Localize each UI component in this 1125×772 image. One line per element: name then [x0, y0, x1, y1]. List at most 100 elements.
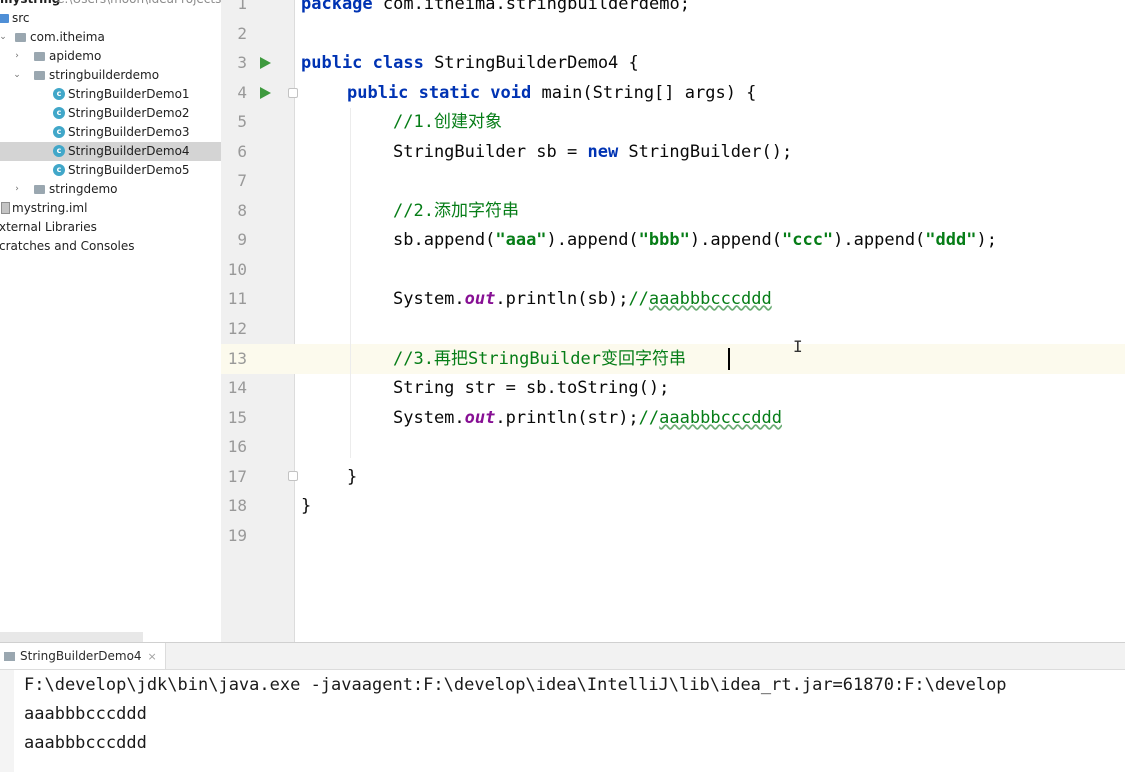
code-text: ).append(	[833, 230, 926, 250]
tree-item-label: stringbuilderdemo	[49, 68, 160, 82]
line-number: 2	[237, 24, 247, 43]
tree-item-label: StringBuilderDemo3	[68, 125, 190, 139]
code-line-18[interactable]: }	[301, 491, 311, 521]
tree-item-mystring-iml[interactable]: mystring.iml	[0, 199, 221, 218]
fold-marker-icon[interactable]	[288, 88, 298, 98]
comment: //	[638, 408, 660, 428]
static-field: out	[464, 408, 496, 428]
code-line-1[interactable]: package com.itheima.stringbuilderdemo;	[301, 0, 690, 19]
code-line-14[interactable]: String str = sb.toString();	[393, 373, 669, 403]
code-line-9[interactable]: sb.append("aaa").append("bbb").append("c…	[393, 225, 997, 255]
code-text: com.itheima.stringbuilderdemo;	[372, 0, 690, 14]
tree-item-external-libraries[interactable]: xternal Libraries	[0, 218, 221, 237]
line-number: 12	[227, 319, 247, 338]
source-folder-icon	[0, 14, 9, 23]
package-icon	[34, 185, 45, 194]
line-number: 4	[237, 83, 247, 102]
line-number: 8	[237, 201, 247, 220]
code-line-15[interactable]: System.out.println(str);//aaabbbcccddd	[393, 403, 782, 433]
run-class-icon[interactable]	[260, 57, 271, 69]
tree-item-label: stringdemo	[49, 182, 118, 196]
code-text: ).append(	[689, 230, 782, 250]
line-number: 17	[227, 467, 247, 486]
run-tool-window: StringBuilderDemo4 × F:\develop\jdk\bin\j…	[0, 642, 1125, 772]
tree-item-apidemo[interactable]: › apidemo	[0, 47, 221, 66]
tree-item-stringbuilderdemo5[interactable]: c StringBuilderDemo5	[0, 161, 221, 180]
tree-item-src[interactable]: src	[0, 9, 221, 28]
tree-item-label: xternal Libraries	[0, 220, 97, 234]
tree-item-label: com.itheima	[30, 30, 105, 44]
keyword: public static void	[347, 83, 532, 103]
line-number: 9	[237, 230, 247, 249]
package-icon	[34, 52, 45, 61]
run-tab[interactable]: StringBuilderDemo4 ×	[0, 643, 166, 669]
comment-typo: aaabbbcccddd	[648, 289, 772, 309]
keyword: package	[301, 0, 373, 14]
code-text: sb.append(	[393, 230, 496, 250]
code-text: .println(sb);	[495, 289, 629, 309]
chevron-right-icon[interactable]: ›	[12, 47, 22, 66]
run-main-icon[interactable]	[260, 87, 271, 99]
line-number: 13	[227, 349, 247, 368]
tree-item-label: StringBuilderDemo2	[68, 106, 190, 120]
code-text: String str = sb.toString();	[393, 378, 670, 398]
tree-item-label: StringBuilderDemo4	[68, 144, 190, 158]
code-text: }	[301, 496, 312, 516]
line-number: 10	[227, 260, 247, 279]
line-number: 3	[237, 53, 247, 72]
tree-item-label: StringBuilderDemo1	[68, 87, 190, 101]
line-number: 16	[227, 437, 247, 456]
run-config-icon	[4, 652, 15, 661]
tree-item-stringdemo[interactable]: › stringdemo	[0, 180, 221, 199]
string-literal: "ddd"	[925, 230, 977, 250]
code-line-13[interactable]: //3.再把StringBuilder变回字符串	[393, 344, 686, 374]
code-line-11[interactable]: System.out.println(sb);//aaabbbcccddd	[393, 284, 772, 314]
tree-root-row[interactable]: mystring C:\Users\moon\IdeaProjects\b	[0, 0, 221, 9]
code-text: System.	[393, 408, 465, 428]
static-field: out	[464, 289, 496, 309]
fold-marker-icon[interactable]	[288, 471, 298, 481]
code-line-4[interactable]: public static void main(String[] args) {	[347, 78, 756, 108]
code-text: StringBuilder();	[618, 142, 793, 162]
tree-item-scratches-and-consoles[interactable]: cratches and Consoles	[0, 237, 221, 256]
comment-typo: aaabbbcccddd	[659, 408, 782, 428]
chevron-down-icon[interactable]: ⌄	[12, 66, 22, 85]
module-file-icon	[1, 202, 10, 214]
code-text: StringBuilderDemo4 {	[423, 53, 639, 73]
java-class-icon: c	[53, 164, 65, 176]
java-class-icon: c	[53, 107, 65, 119]
run-tab-strip: StringBuilderDemo4 ×	[0, 643, 1125, 670]
code-line-8[interactable]: //2.添加字符串	[393, 196, 519, 226]
indent-guide	[350, 108, 351, 458]
text-caret	[728, 348, 730, 370]
tree-item-stringbuilderdemo1[interactable]: c StringBuilderDemo1	[0, 85, 221, 104]
tree-item-label: StringBuilderDemo5	[68, 163, 190, 177]
tree-item-com-itheima[interactable]: ⌄ com.itheima	[0, 28, 221, 47]
code-line-3[interactable]: public class StringBuilderDemo4 {	[301, 48, 639, 78]
code-text: ).append(	[546, 230, 639, 250]
console-line: aaabbbcccddd	[24, 704, 147, 724]
java-class-icon: c	[53, 126, 65, 138]
close-icon[interactable]: ×	[148, 650, 157, 663]
chevron-down-icon[interactable]: ⌄	[0, 28, 8, 47]
line-number: 18	[227, 496, 247, 515]
horizontal-scrollbar[interactable]	[0, 632, 143, 642]
code-line-6[interactable]: StringBuilder sb = new StringBuilder();	[393, 137, 792, 167]
tree-item-label: cratches and Consoles	[0, 239, 135, 253]
code-line-5[interactable]: //1.创建对象	[393, 107, 502, 137]
chevron-right-icon[interactable]: ›	[12, 180, 22, 199]
java-class-icon: c	[53, 88, 65, 100]
line-number: 14	[227, 378, 247, 397]
tree-item-stringbuilderdemo4[interactable]: c StringBuilderDemo4	[0, 142, 221, 161]
tree-item-stringbuilderdemo[interactable]: ⌄ stringbuilderdemo	[0, 66, 221, 85]
line-number: 6	[237, 142, 247, 161]
line-number: 15	[227, 408, 247, 427]
console-line: F:\develop\jdk\bin\java.exe -javaagent:F…	[24, 675, 1007, 695]
code-line-17[interactable]: }	[347, 462, 357, 492]
tree-item-stringbuilderdemo3[interactable]: c StringBuilderDemo3	[0, 123, 221, 142]
console-line: aaabbbcccddd	[24, 733, 147, 753]
tree-item-stringbuilderdemo2[interactable]: c StringBuilderDemo2	[0, 104, 221, 123]
comment: //1.创建对象	[393, 112, 502, 132]
string-literal: "bbb"	[638, 230, 690, 250]
project-tree-panel: mystring C:\Users\moon\IdeaProjects\b sr…	[0, 0, 222, 642]
